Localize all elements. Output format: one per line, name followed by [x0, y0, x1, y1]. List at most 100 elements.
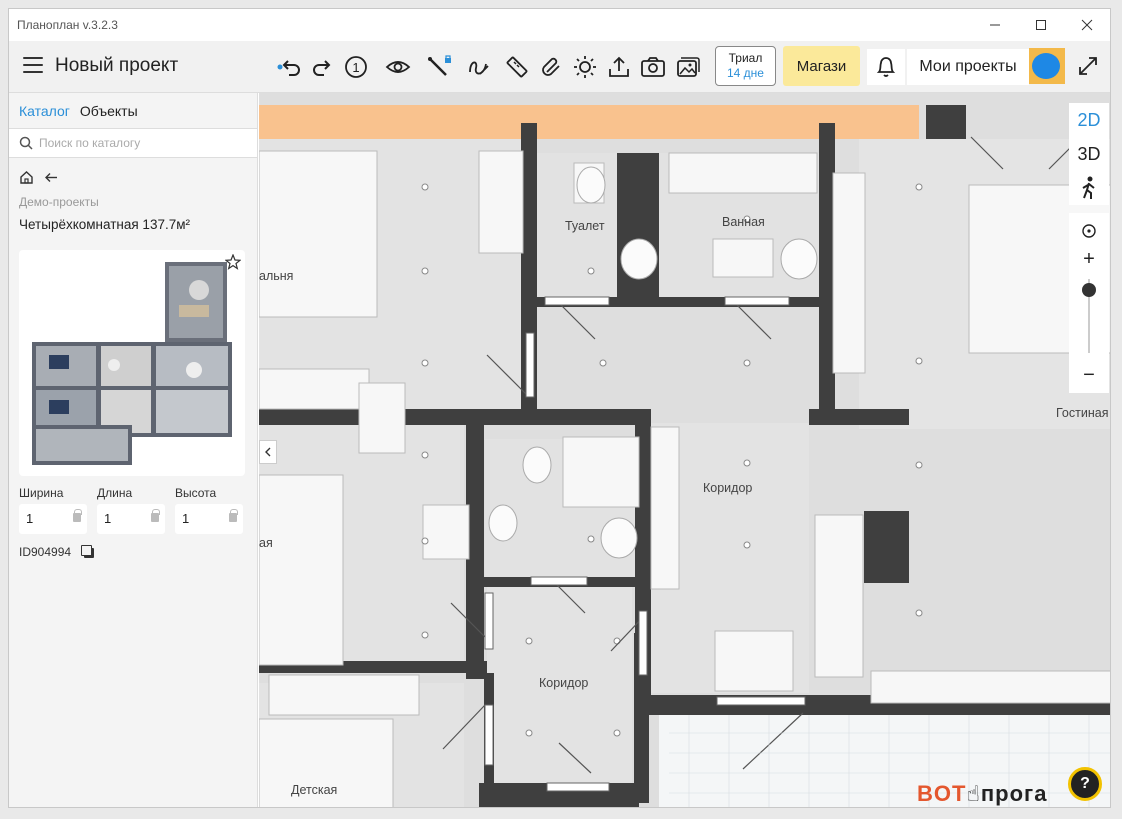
zoom-controls: + − — [1069, 213, 1109, 393]
length-label: Длина — [97, 486, 133, 500]
width-input[interactable]: 1 — [19, 504, 87, 534]
lock-icon — [151, 509, 160, 522]
title-bar: Планоплан v.3.2.3 — [9, 9, 1110, 41]
watermark: BOT☝прога — [917, 781, 1047, 807]
sidebar-tabs: Каталог Объекты — [9, 93, 257, 128]
room-label-living-room: Гостиная — [1056, 406, 1109, 420]
breadcrumb — [9, 158, 257, 189]
path-icon — [469, 61, 489, 75]
redo-icon — [313, 60, 331, 76]
room-label-corridor-2: Коридор — [539, 676, 589, 690]
lock-icon — [73, 509, 82, 522]
menu-button[interactable] — [23, 57, 43, 77]
zoom-in-button[interactable]: + — [1069, 245, 1109, 273]
my-projects-button[interactable]: Мои проекты — [907, 49, 1029, 85]
gallery-icon — [677, 57, 700, 77]
copy-icon[interactable] — [81, 545, 95, 559]
tab-objects[interactable]: Объекты — [80, 103, 138, 119]
collapse-sidebar-button[interactable] — [259, 440, 277, 464]
clip-icon — [542, 57, 560, 76]
project-title[interactable]: Новый проект — [55, 55, 178, 77]
notifications-button[interactable] — [867, 49, 905, 85]
walking-person-icon — [1082, 176, 1095, 199]
trial-label: Триал — [728, 51, 763, 65]
search-input[interactable] — [39, 136, 239, 150]
tab-catalog[interactable]: Каталог — [19, 103, 70, 119]
height-input[interactable]: 1 — [175, 504, 243, 534]
length-value: 1 — [104, 511, 112, 526]
width-label: Ширина — [19, 486, 64, 500]
view-controls: 2D 3D + − — [1069, 103, 1109, 403]
view-3d-button[interactable]: 3D — [1069, 137, 1109, 171]
room-label-toilet: Туалет — [565, 219, 605, 233]
bell-icon — [876, 57, 896, 77]
app-window: Планоплан v.3.2.3 Новый проект 1 Триал 1… — [8, 8, 1111, 808]
minimize-button[interactable] — [972, 9, 1018, 41]
project-id: ID904994 — [19, 545, 72, 559]
arrow-left-icon — [45, 173, 57, 182]
close-button[interactable] — [1064, 9, 1110, 41]
lock-icon — [229, 509, 238, 522]
height-value: 1 — [182, 511, 190, 526]
watermark-part2: прога — [980, 781, 1048, 806]
section-label: Демо-проекты — [19, 195, 99, 209]
catalog-search — [9, 128, 257, 158]
app-title: Планоплан v.3.2.3 — [17, 18, 118, 32]
expand-icon — [1079, 57, 1097, 75]
project-id-row: ID904994 — [19, 545, 95, 559]
tape-measure-icon — [506, 56, 528, 78]
length-field: Длина 1 — [97, 486, 165, 534]
walk-mode-button[interactable] — [1069, 171, 1109, 205]
plan-canvas[interactable]: Туалет Ванная альня Коридор Коридор Гост… — [259, 93, 1110, 807]
avatar[interactable] — [1029, 48, 1065, 84]
undo-icon — [277, 60, 300, 76]
catalog-sidebar: Каталог Объекты Демо-проекты Четырёхкомн… — [9, 93, 258, 807]
view-2d-button[interactable]: 2D — [1069, 103, 1109, 137]
gallery-button[interactable] — [671, 51, 703, 83]
floor-selector[interactable]: 1 — [340, 51, 372, 83]
favorite-button[interactable] — [224, 253, 242, 275]
maximize-button[interactable] — [1018, 9, 1064, 41]
back-button[interactable] — [44, 170, 59, 189]
main-toolbar: Новый проект 1 Триал 14 дне Магази Мои п… — [9, 41, 1110, 93]
chevron-left-icon — [265, 447, 271, 457]
redo-button[interactable] — [307, 51, 339, 83]
trial-badge[interactable]: Триал 14 дне — [715, 46, 776, 86]
shop-button[interactable]: Магази — [783, 46, 860, 86]
room-label-kids-room: Детская — [291, 783, 338, 797]
search-icon — [19, 136, 33, 150]
project-preview-card[interactable] — [19, 250, 245, 476]
room-label-bathroom: Ванная — [722, 215, 765, 229]
thumbs-up-icon: ☝ — [966, 781, 981, 806]
eye-icon — [385, 61, 411, 73]
height-label: Высота — [175, 486, 217, 500]
project-thumbnail — [32, 262, 232, 465]
measure-button[interactable] — [501, 51, 533, 83]
length-input[interactable]: 1 — [97, 504, 165, 534]
floor-plan — [259, 93, 1110, 807]
screenshot-button[interactable] — [637, 51, 669, 83]
width-field: Ширина 1 — [19, 486, 87, 534]
undo-button[interactable] — [274, 51, 306, 83]
room-label-room: ая — [259, 536, 273, 550]
zoom-out-button[interactable]: − — [1069, 361, 1109, 389]
zoom-slider-handle[interactable] — [1082, 283, 1096, 297]
export-button[interactable] — [603, 51, 635, 83]
home-button[interactable] — [19, 170, 34, 189]
recenter-button[interactable] — [1069, 217, 1109, 245]
help-button[interactable]: ? — [1068, 767, 1102, 801]
visibility-button[interactable] — [382, 51, 414, 83]
minimize-icon — [990, 24, 1000, 26]
attach-button[interactable] — [536, 51, 568, 83]
trial-days: 14 дне — [727, 66, 764, 80]
lighting-button[interactable] — [569, 51, 601, 83]
floor-number: 1 — [352, 60, 359, 75]
close-icon — [1081, 19, 1093, 31]
project-name: Четырёхкомнатная 137.7м² — [19, 217, 190, 232]
fullscreen-button[interactable] — [1073, 51, 1103, 81]
upload-icon — [609, 56, 629, 77]
path-tool-button[interactable] — [463, 51, 495, 83]
snap-lock-button[interactable] — [423, 51, 455, 83]
ruler-lock-icon — [428, 55, 451, 76]
camera-icon — [641, 57, 665, 77]
